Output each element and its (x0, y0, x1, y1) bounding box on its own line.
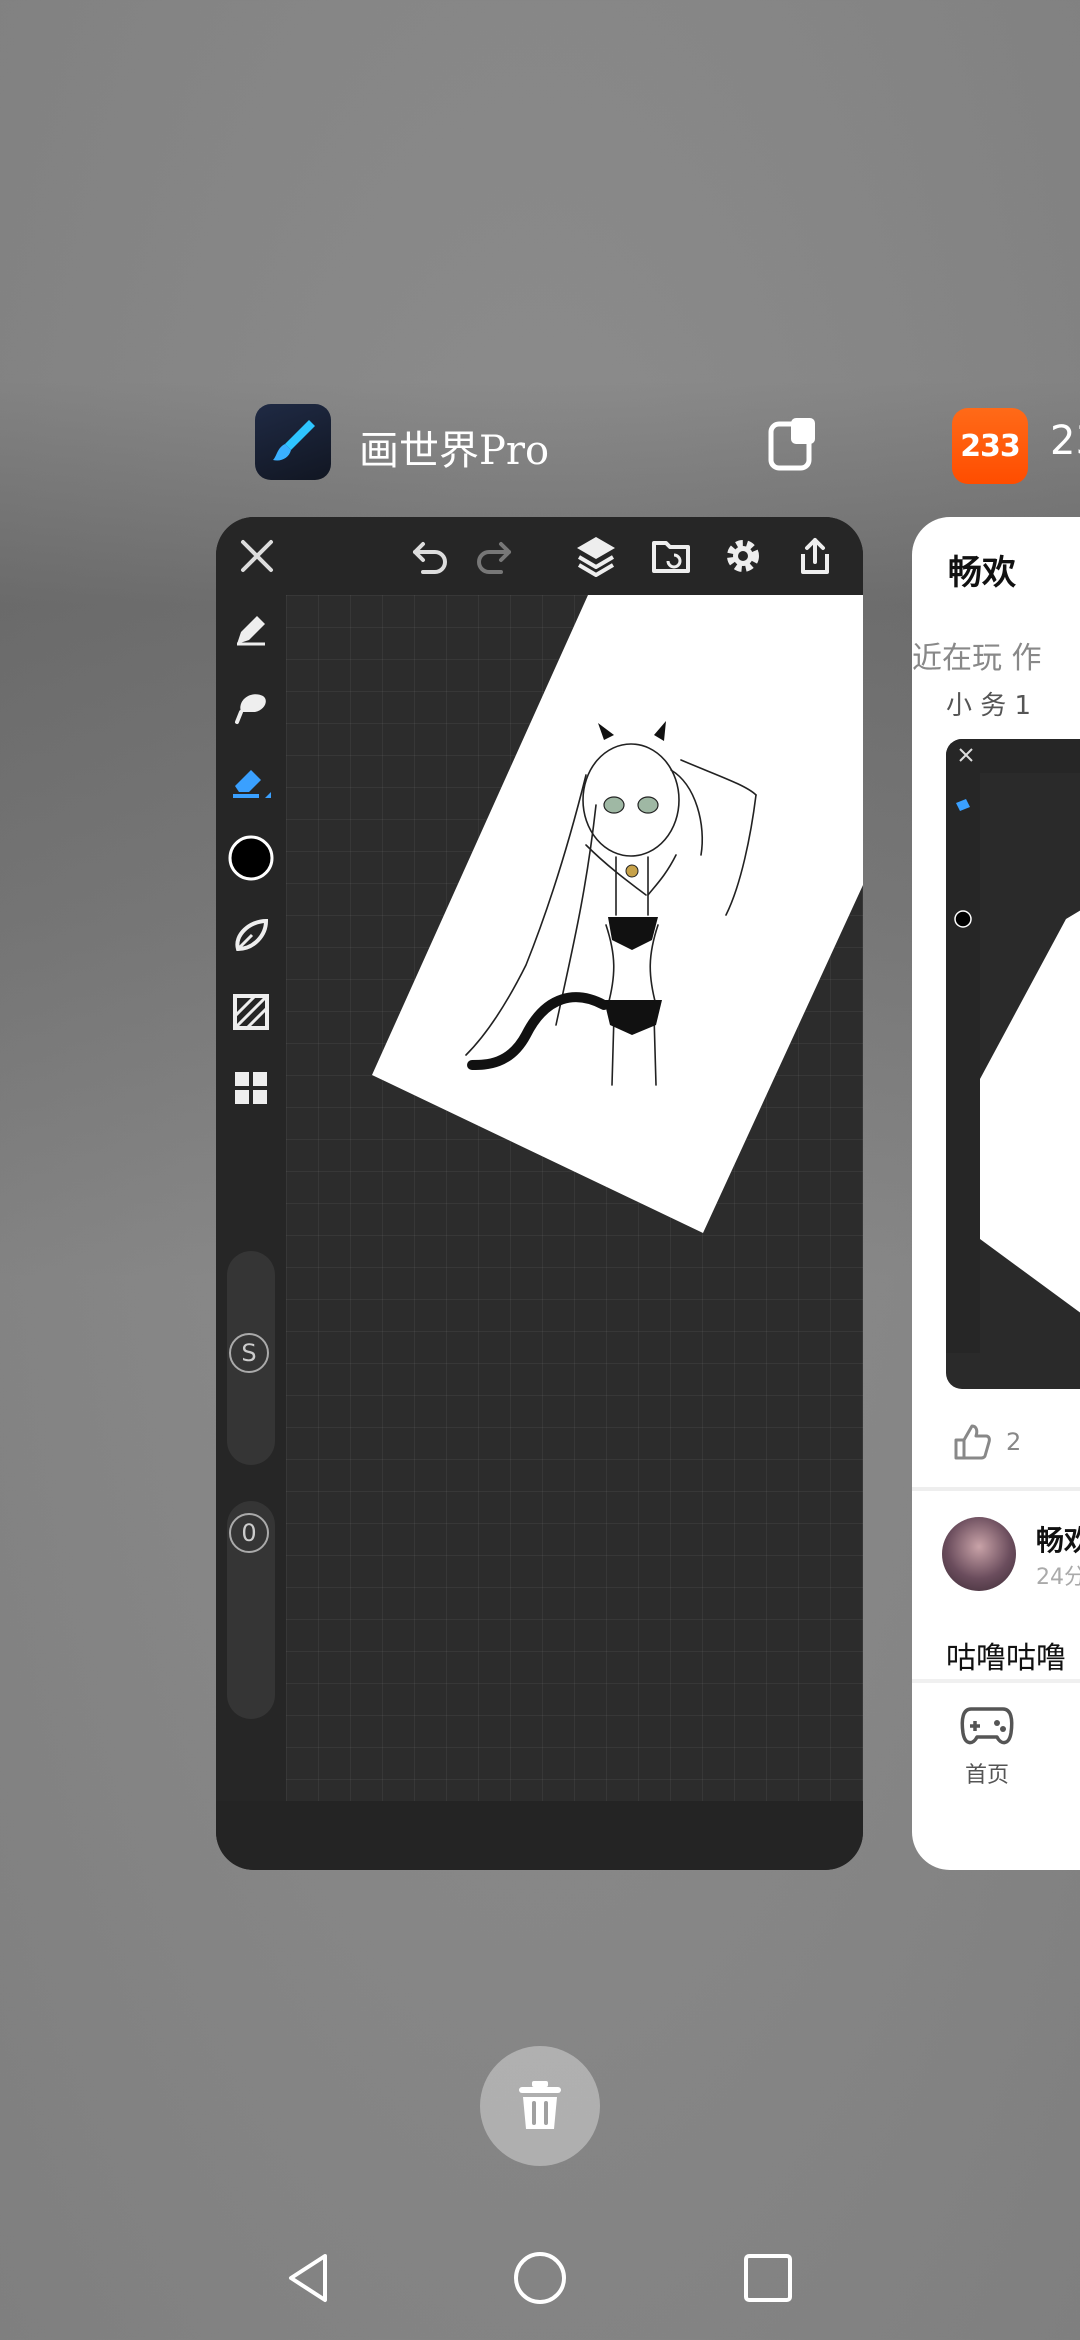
post-screenshot[interactable] (946, 739, 1080, 1389)
avatar[interactable] (942, 1517, 1016, 1591)
recent-card-drawing-app[interactable]: S 0 (216, 517, 863, 1870)
settings-icon[interactable] (718, 531, 768, 581)
pen-icon[interactable] (226, 605, 276, 655)
drawing-toolbar (216, 517, 863, 595)
back-button[interactable] (278, 2248, 338, 2308)
opacity-label: 0 (229, 1513, 269, 1553)
home-button[interactable] (510, 2248, 570, 2308)
redo-icon[interactable] (468, 531, 518, 581)
recents-button[interactable] (738, 2248, 798, 2308)
app-header: 画世界Pro (255, 404, 855, 484)
second-app-title: 畅欢 (948, 553, 1016, 593)
texture-icon[interactable] (226, 987, 276, 1037)
app-title: 画世界Pro (359, 428, 550, 474)
app2-icon[interactable]: 233 (952, 408, 1028, 484)
clear-all-button[interactable] (480, 2046, 600, 2166)
post-time: 24分 (1036, 1565, 1080, 1590)
undo-icon[interactable] (406, 531, 456, 581)
gamepad-icon (960, 1707, 1014, 1745)
like-button[interactable]: 2 (952, 1422, 1021, 1462)
lasso-icon[interactable] (226, 911, 276, 961)
recent-card-233-app[interactable]: 畅欢 近在玩 作 小 务 1 2 畅欢 24分 咕噜咕噜 首页 (912, 517, 1080, 1870)
grid-icon[interactable] (226, 1063, 276, 1113)
trash-icon (519, 2081, 561, 2129)
split-screen-icon[interactable] (765, 414, 821, 474)
layers-icon[interactable] (571, 531, 621, 581)
import-icon[interactable] (646, 531, 696, 581)
size-label: S (229, 1333, 269, 1373)
second-app-snippet: 小 务 1 (946, 691, 1032, 721)
second-app-tabs[interactable]: 近在玩 作 (912, 633, 1042, 677)
paint-brush-app-icon[interactable] (255, 404, 331, 480)
close-icon[interactable] (232, 531, 282, 581)
smudge-icon[interactable] (226, 681, 276, 731)
thumbs-up-icon (954, 1424, 991, 1460)
drawing-canvas[interactable] (286, 595, 863, 1819)
bottom-nav-divider (912, 1679, 1080, 1683)
divider (912, 1487, 1080, 1491)
app2-title: 23 (1050, 418, 1080, 464)
share-icon[interactable] (790, 531, 840, 581)
home-label: 首页 (964, 1763, 1009, 1788)
eraser-icon[interactable] (226, 757, 276, 807)
home-tab[interactable]: 首页 (952, 1703, 1022, 1789)
brush-size-slider[interactable]: S (227, 1251, 275, 1465)
tool-panel: S 0 (216, 595, 286, 1819)
username[interactable]: 畅欢 (1036, 1519, 1080, 1559)
like-count: 2 (1006, 1428, 1022, 1456)
opacity-slider[interactable]: 0 (227, 1501, 275, 1719)
color-swatch[interactable] (226, 833, 276, 883)
comment-text: 咕噜咕噜 (946, 1641, 1066, 1676)
drawing-bottom-bar (216, 1801, 863, 1870)
